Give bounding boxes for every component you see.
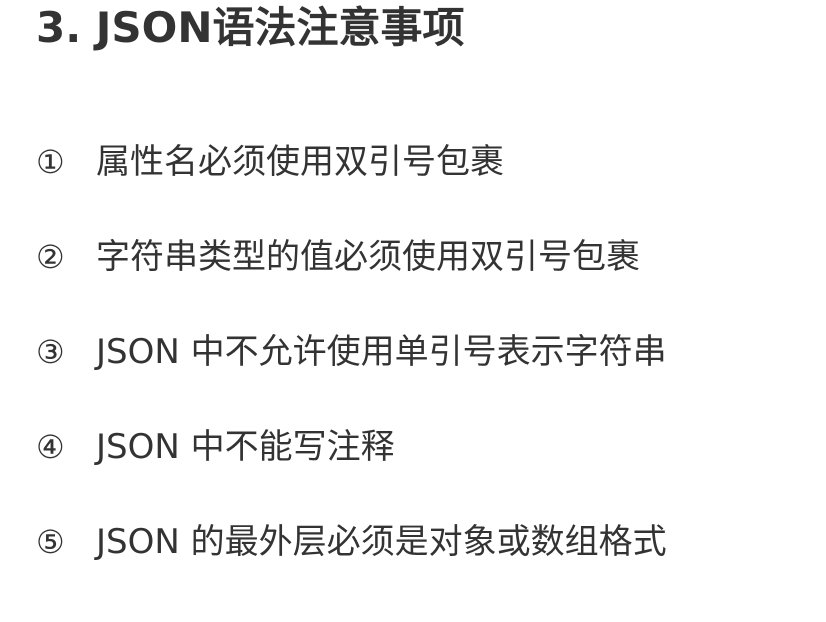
rules-list: ① 属性名必须使用双引号包裹 ② 字符串类型的值必须使用双引号包裹 ③ JSON… — [36, 130, 667, 605]
slide-title: 3. JSON语法注意事项 — [36, 3, 465, 52]
rule-text: JSON 的最外层必须是对象或数组格式 — [96, 522, 667, 562]
rule-item: ④ JSON 中不能写注释 — [36, 415, 667, 479]
rule-text: 属性名必须使用双引号包裹 — [96, 142, 504, 182]
rule-item: ③ JSON 中不允许使用单引号表示字符串 — [36, 320, 667, 384]
rule-number: ② — [36, 238, 65, 276]
rule-item: ⑤ JSON 的最外层必须是对象或数组格式 — [36, 510, 667, 574]
slide: 3. JSON语法注意事项 ① 属性名必须使用双引号包裹 ② 字符串类型的值必须… — [0, 0, 826, 622]
rule-item: ① 属性名必须使用双引号包裹 — [36, 130, 667, 194]
rule-text: JSON 中不能写注释 — [96, 427, 395, 467]
rule-number: ⑤ — [36, 523, 65, 561]
rule-text: 字符串类型的值必须使用双引号包裹 — [96, 237, 640, 277]
rule-number: ① — [36, 143, 65, 181]
rule-item: ② 字符串类型的值必须使用双引号包裹 — [36, 225, 667, 289]
rule-number: ③ — [36, 333, 65, 371]
rule-text: JSON 中不允许使用单引号表示字符串 — [96, 332, 667, 372]
rule-number: ④ — [36, 428, 65, 466]
